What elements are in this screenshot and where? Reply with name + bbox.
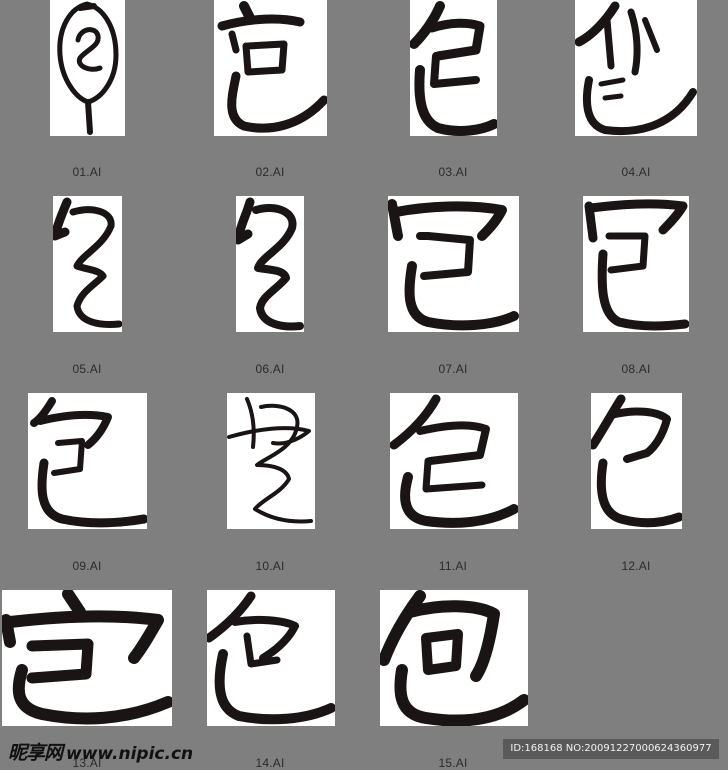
thumbnail-06[interactable] (236, 196, 304, 332)
thumbnail-08[interactable] (583, 196, 689, 332)
thumbnail-14[interactable] (207, 590, 335, 726)
calligraphy-glyph-08 (584, 199, 689, 331)
thumbnail-11[interactable] (390, 393, 518, 529)
thumbnail-09[interactable] (28, 393, 147, 529)
calligraphy-glyph-06 (236, 197, 304, 331)
thumbnail-label: 08.AI (621, 362, 651, 376)
thumbnail-label: 14.AI (255, 756, 285, 770)
thumbnail-02[interactable] (214, 0, 327, 136)
thumbnail-05[interactable] (53, 196, 122, 332)
calligraphy-glyph-09 (30, 397, 147, 528)
calligraphy-glyph-14 (207, 591, 335, 725)
calligraphy-glyph-10 (227, 397, 313, 524)
calligraphy-glyph-15 (380, 590, 528, 726)
thumbnail-03[interactable] (410, 0, 497, 136)
calligraphy-glyph-01 (57, 1, 119, 135)
thumbnail-label: 06.AI (255, 362, 285, 376)
thumbnail-12[interactable] (591, 393, 682, 529)
thumbnail-label: 12.AI (621, 559, 651, 573)
thumbnail-01[interactable] (50, 0, 125, 136)
thumbnail-10[interactable] (227, 393, 315, 529)
thumbnail-label: 15.AI (438, 756, 468, 770)
calligraphy-glyph-04 (575, 1, 697, 136)
thumbnail-label: 02.AI (255, 165, 285, 179)
calligraphy-glyph-05 (53, 197, 122, 328)
thumbnail-13[interactable] (2, 590, 172, 726)
watermark-url: www.nipic.cn (66, 744, 194, 764)
thumbnail-label: 01.AI (72, 165, 102, 179)
calligraphy-glyph-07 (388, 199, 519, 331)
thumbnail-label: 10.AI (255, 559, 285, 573)
calligraphy-glyph-02 (217, 1, 327, 133)
watermark-logo: 昵享网 (8, 742, 63, 764)
calligraphy-glyph-03 (410, 1, 497, 136)
calligraphy-glyph-13 (2, 590, 172, 725)
thumbnail-label: 04.AI (621, 165, 651, 179)
thumbnail-04[interactable] (575, 0, 697, 136)
site-watermark: 昵享网 www.nipic.cn (8, 738, 193, 765)
thumbnail-label: 05.AI (72, 362, 102, 376)
thumbnail-07[interactable] (388, 196, 519, 332)
calligraphy-glyph-12 (591, 394, 682, 528)
thumbnail-15[interactable] (380, 590, 528, 726)
calligraphy-glyph-11 (390, 394, 518, 528)
thumbnail-label: 03.AI (438, 165, 468, 179)
image-id-badge: ID:168168 NO:20091227000624360977 (503, 739, 719, 759)
thumbnail-label: 07.AI (438, 362, 468, 376)
thumbnail-label: 09.AI (72, 559, 102, 573)
thumbnail-label: 11.AI (438, 559, 468, 573)
